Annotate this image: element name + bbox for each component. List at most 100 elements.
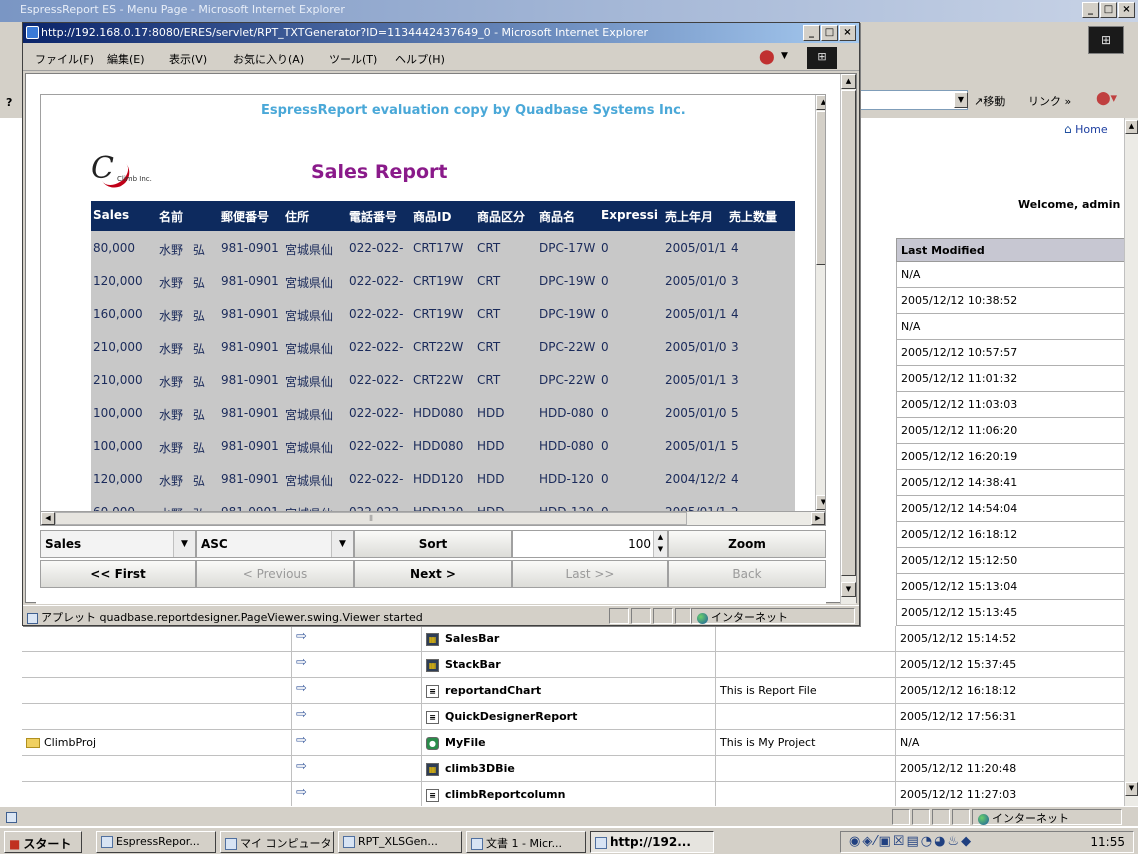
sort-order-select[interactable]: ASC ▼ [196, 530, 354, 558]
background-status-bar: インターネット [0, 806, 1138, 826]
clock[interactable]: 11:55 [1090, 835, 1125, 849]
open-arrow-icon[interactable]: ⇨ [292, 652, 422, 678]
menu-favorites[interactable]: お気に入り(A) [233, 51, 304, 67]
column-header[interactable]: 商品ID [413, 208, 451, 225]
links-button[interactable]: リンク » [1028, 93, 1071, 109]
previous-page-button[interactable]: < Previous [196, 560, 354, 588]
taskbar-item-rpt-xls[interactable]: RPT_XLSGen... [338, 831, 462, 853]
home-link[interactable]: ⌂ Home [1064, 122, 1108, 136]
open-arrow-icon[interactable]: ⇨ [292, 678, 422, 704]
scroll-thumb[interactable] [841, 90, 856, 576]
menu-tools[interactable]: ツール(T) [329, 51, 377, 67]
table-row[interactable]: ClimbProj ⇨ ● MyFile This is My Project N/A [22, 730, 1130, 756]
menu-edit[interactable]: 編集(E) [107, 51, 145, 67]
scroll-down-button[interactable]: ▼ [1125, 782, 1138, 796]
ie-icon [26, 26, 39, 39]
file-name-cell[interactable]: ≡ climbReportcolumn [422, 782, 716, 808]
chevron-down-icon[interactable]: ▼ [781, 51, 788, 61]
scroll-up-button[interactable]: ▲ [841, 74, 856, 89]
folder-cell[interactable]: ClimbProj [22, 730, 292, 756]
scroll-up-button[interactable]: ▲ [816, 95, 825, 110]
zoom-spinner[interactable]: 100 ▲ ▼ [512, 530, 668, 558]
restore-button[interactable]: □ [1100, 2, 1117, 18]
column-header[interactable]: Expressi [601, 208, 658, 222]
zoom-button[interactable]: Zoom [668, 530, 826, 558]
background-vertical-scrollbar[interactable]: ▲ ▼ [1124, 118, 1138, 806]
column-header[interactable]: 電話番号 [349, 208, 397, 225]
menu-view[interactable]: 表示(V) [169, 51, 207, 67]
report-cell: 3 [731, 274, 739, 288]
taskbar-item-popup[interactable]: http://192... [590, 831, 714, 853]
sort-button[interactable]: Sort [354, 530, 512, 558]
column-header[interactable]: 商品名 [539, 208, 575, 225]
back-button[interactable]: Back [668, 560, 826, 588]
first-page-button[interactable]: << First [40, 560, 196, 588]
column-header[interactable]: 名前 [159, 208, 183, 225]
scroll-down-button[interactable]: ▼ [841, 582, 856, 597]
file-name-cell[interactable]: ▦ climb3DBie [422, 756, 716, 782]
popup-vertical-scrollbar[interactable]: ▲ ▼ [840, 74, 856, 604]
last-page-button[interactable]: Last >> [512, 560, 668, 588]
column-header[interactable]: 住所 [285, 208, 309, 225]
menu-help[interactable]: ヘルプ(H) [395, 51, 445, 67]
pdf-toolbar-icon[interactable]: ⬤ [759, 49, 775, 65]
table-row[interactable]: ⇨ ▦ SalesBar 2005/12/12 15:14:52 [22, 626, 1130, 652]
popup-close-button[interactable]: × [839, 25, 856, 41]
report-cell: 4 [731, 472, 739, 486]
scroll-right-button[interactable]: ▶ [811, 512, 825, 525]
open-arrow-icon[interactable]: ⇨ [292, 730, 422, 756]
file-name-cell[interactable]: ▦ SalesBar [422, 626, 716, 652]
address-input[interactable] [858, 90, 968, 110]
go-button[interactable]: ↗移動 [974, 93, 1005, 109]
scroll-up-button[interactable]: ▲ [1125, 120, 1138, 134]
scroll-thumb[interactable]: ⦀ [55, 512, 687, 525]
report-vertical-scrollbar[interactable]: ▲ ▼ [815, 95, 825, 511]
internet-zone: インターネット [978, 810, 1069, 826]
report-horizontal-scrollbar[interactable]: ◀ ⦀ ▶ [40, 512, 826, 526]
word-icon [471, 838, 483, 850]
report-file-icon: ≡ [426, 684, 439, 698]
next-page-button[interactable]: Next > [354, 560, 512, 588]
file-name-cell[interactable]: ≡ QuickDesignerReport [422, 704, 716, 730]
report-cell: 水野 [159, 474, 184, 488]
column-header[interactable]: 郵便番号 [221, 208, 269, 225]
start-button[interactable]: ■ スタート [4, 831, 82, 853]
file-name: SalesBar [445, 632, 500, 645]
column-header[interactable]: 商品区分 [477, 208, 525, 225]
table-row[interactable]: ⇨ ≡ climbReportcolumn 2005/12/12 11:27:03 [22, 782, 1130, 808]
file-name-cell[interactable]: ● MyFile [422, 730, 716, 756]
pdf-toolbar-icon[interactable]: ⬤▾ [1096, 91, 1117, 106]
table-row[interactable]: ⇨ ≡ reportandChart This is Report File 2005/… [22, 678, 1130, 704]
close-button[interactable]: × [1118, 2, 1135, 18]
column-header[interactable]: 売上数量 [729, 208, 777, 225]
open-arrow-icon[interactable]: ⇨ [292, 626, 422, 652]
minimize-button[interactable]: _ [1082, 2, 1099, 18]
scroll-thumb[interactable] [816, 111, 825, 265]
column-header[interactable]: Sales [93, 208, 129, 222]
taskbar-item-my-computer[interactable]: マイ コンピュータ [220, 831, 334, 853]
tray-icons[interactable]: ◉◈⁄▣☒▤◔◕♨◆ [849, 834, 973, 849]
address-dropdown-button[interactable]: ▼ [954, 92, 968, 108]
file-name-cell[interactable]: ▦ StackBar [422, 652, 716, 678]
table-row[interactable]: ⇨ ▦ StackBar 2005/12/12 15:37:45 [22, 652, 1130, 678]
open-arrow-icon[interactable]: ⇨ [292, 704, 422, 730]
menu-file[interactable]: ファイル(F) [35, 51, 94, 67]
scroll-left-button[interactable]: ◀ [41, 512, 55, 525]
open-arrow-icon[interactable]: ⇨ [292, 756, 422, 782]
spinner-arrows-icon[interactable]: ▲ ▼ [653, 531, 667, 557]
column-header[interactable]: 売上年月 [665, 208, 713, 225]
table-row[interactable]: ⇨ ▦ climb3DBie 2005/12/12 11:20:48 [22, 756, 1130, 782]
report-row: 160,000 水野弘 981-0901 宮城県仙 022-022- CRT19W CRT D… [91, 297, 795, 330]
report-cell: 0 [601, 439, 609, 453]
scroll-down-button[interactable]: ▼ [816, 495, 825, 510]
table-row[interactable]: ⇨ ≡ QuickDesignerReport 2005/12/12 17:56:31 [22, 704, 1130, 730]
taskbar-item-espressreport[interactable]: EspressRepor... [96, 831, 216, 853]
sort-field-select[interactable]: Sales ▼ [40, 530, 196, 558]
popup-minimize-button[interactable]: _ [803, 25, 820, 41]
report-cell: DPC-22W [539, 373, 596, 387]
open-arrow-icon[interactable]: ⇨ [292, 782, 422, 808]
file-name-cell[interactable]: ≡ reportandChart [422, 678, 716, 704]
popup-maximize-button[interactable]: □ [821, 25, 838, 41]
applet-icon [27, 612, 38, 624]
taskbar-item-word[interactable]: 文書 1 - Micr... [466, 831, 586, 853]
